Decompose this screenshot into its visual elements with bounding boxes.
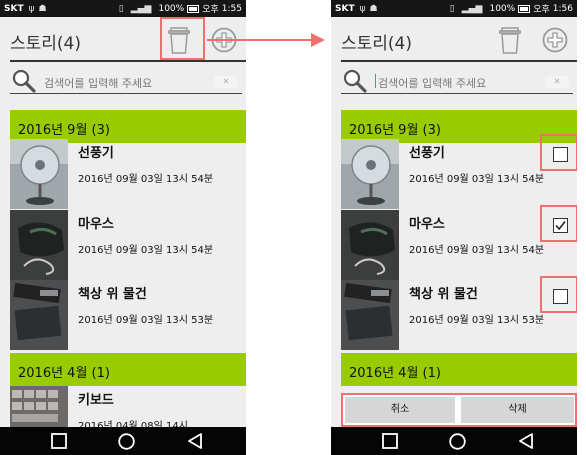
battery-percent: 100% (489, 3, 516, 14)
section-label: 2016년 4월 (1) (349, 366, 441, 381)
item-name: 책상 위 물건 (409, 287, 478, 302)
lte-signal-icon: ▂▄▆ (130, 3, 152, 14)
arrow-icon (207, 33, 325, 47)
search-input[interactable]: 검색어를 입력해 주세요 (378, 75, 486, 91)
checkbox-highlight (540, 276, 577, 313)
recent-apps-icon[interactable] (51, 433, 67, 449)
search-input[interactable]: 검색어를 입력해 주세요 (44, 75, 152, 91)
item-name: 선풍기 (409, 146, 445, 161)
item-name: 선풍기 (78, 146, 114, 161)
ampm-label: 오후 (533, 5, 550, 15)
clear-search-button[interactable]: ✕ (545, 76, 569, 88)
fan-thumbnail (341, 139, 399, 209)
back-icon[interactable] (187, 433, 203, 449)
list-item[interactable]: 책상 위 물건 2016년 09월 03일 13시 53분 (10, 280, 246, 350)
item-date: 2016년 09월 03일 13시 53분 (409, 315, 545, 326)
vibrate-icon: ▯ (118, 3, 124, 14)
navigation-bar (331, 427, 577, 455)
list-item[interactable]: 선풍기 2016년 09월 03일 13시 54분 (10, 139, 246, 209)
clock: 1:56 (552, 3, 573, 14)
item-name: 키보드 (78, 393, 114, 408)
status-bar: SKT ψ ☗ ▯ ▂▄▆ 100% 오후 1:55 (0, 0, 246, 17)
navigation-bar (0, 427, 246, 455)
item-date: 2016년 09월 03일 13시 54분 (78, 174, 214, 185)
carrier-label: SKT (335, 3, 355, 14)
battery-icon (187, 4, 200, 13)
app-header: 스토리(4) (331, 17, 577, 62)
mouse-thumbnail (341, 210, 399, 280)
phone-screen-after: SKT ψ ☗ ▯ ▂▄▆ 100% 오후 1:56 스토리(4) 검색어를 입… (331, 0, 577, 455)
item-date: 2016년 09월 03일 13시 54분 (78, 245, 214, 256)
checkbox-highlight (540, 205, 577, 242)
add-icon[interactable] (542, 27, 568, 53)
ampm-label: 오후 (202, 5, 219, 15)
search-bar[interactable]: 검색어를 입력해 주세요 ✕ (10, 68, 242, 94)
list-item[interactable]: 키보드 2016년 04월 08일 14시 (10, 386, 246, 427)
item-name: 책상 위 물건 (78, 287, 147, 302)
vibrate-icon: ▯ (449, 3, 455, 14)
item-date: 2016년 09월 03일 13시 53분 (78, 315, 214, 326)
phone-screen-before: SKT ψ ☗ ▯ ▂▄▆ 100% 오후 1:55 스토리(4) 검색어를 입… (0, 0, 246, 455)
usb-icon: ψ (359, 3, 366, 14)
keyboard-thumbnail (10, 386, 68, 427)
section-header: 2016년 4월 (1) (10, 353, 246, 386)
section-label: 2016년 9월 (3) (349, 123, 441, 138)
clock: 1:55 (221, 3, 242, 14)
back-icon[interactable] (518, 433, 534, 449)
lte-signal-icon: ▂▄▆ (461, 3, 483, 14)
section-label: 2016년 9월 (3) (18, 123, 110, 138)
search-bar[interactable]: 검색어를 입력해 주세요 ✕ (341, 68, 573, 94)
item-name: 마우스 (78, 217, 114, 232)
clear-search-button[interactable]: ✕ (214, 76, 238, 88)
header-divider (10, 60, 246, 62)
header-divider (341, 60, 577, 62)
desk-items-thumbnail (10, 280, 68, 350)
android-icon: ☗ (38, 3, 47, 14)
search-icon (343, 69, 367, 93)
search-icon (12, 69, 36, 93)
trash-highlight (160, 17, 205, 60)
recent-apps-icon[interactable] (382, 433, 398, 449)
item-date: 2016년 09월 03일 13시 54분 (409, 245, 545, 256)
section-header: 2016년 4월 (1) (341, 353, 577, 386)
search-underline (10, 93, 242, 94)
page-title: 스토리(4) (10, 34, 82, 54)
fan-thumbnail (10, 139, 68, 209)
item-date: 2016년 04월 08일 14시 (78, 421, 188, 427)
carrier-label: SKT (4, 3, 24, 14)
text-cursor (375, 74, 376, 88)
trash-icon[interactable] (499, 27, 521, 54)
mouse-thumbnail (10, 210, 68, 280)
list-item[interactable]: 마우스 2016년 09월 03일 13시 54분 (10, 210, 246, 280)
checkbox-highlight (540, 134, 577, 171)
item-name: 마우스 (409, 217, 445, 232)
usb-icon: ψ (28, 3, 35, 14)
status-bar: SKT ψ ☗ ▯ ▂▄▆ 100% 오후 1:56 (331, 0, 577, 17)
desk-items-thumbnail (341, 280, 399, 350)
battery-icon (518, 4, 531, 13)
action-bar-highlight (341, 393, 577, 427)
search-underline (341, 93, 573, 94)
home-icon[interactable] (449, 433, 466, 450)
item-date: 2016년 09월 03일 13시 54분 (409, 174, 545, 185)
section-label: 2016년 4월 (1) (18, 366, 110, 381)
home-icon[interactable] (118, 433, 135, 450)
battery-percent: 100% (158, 3, 185, 14)
android-icon: ☗ (369, 3, 378, 14)
page-title: 스토리(4) (341, 34, 413, 54)
